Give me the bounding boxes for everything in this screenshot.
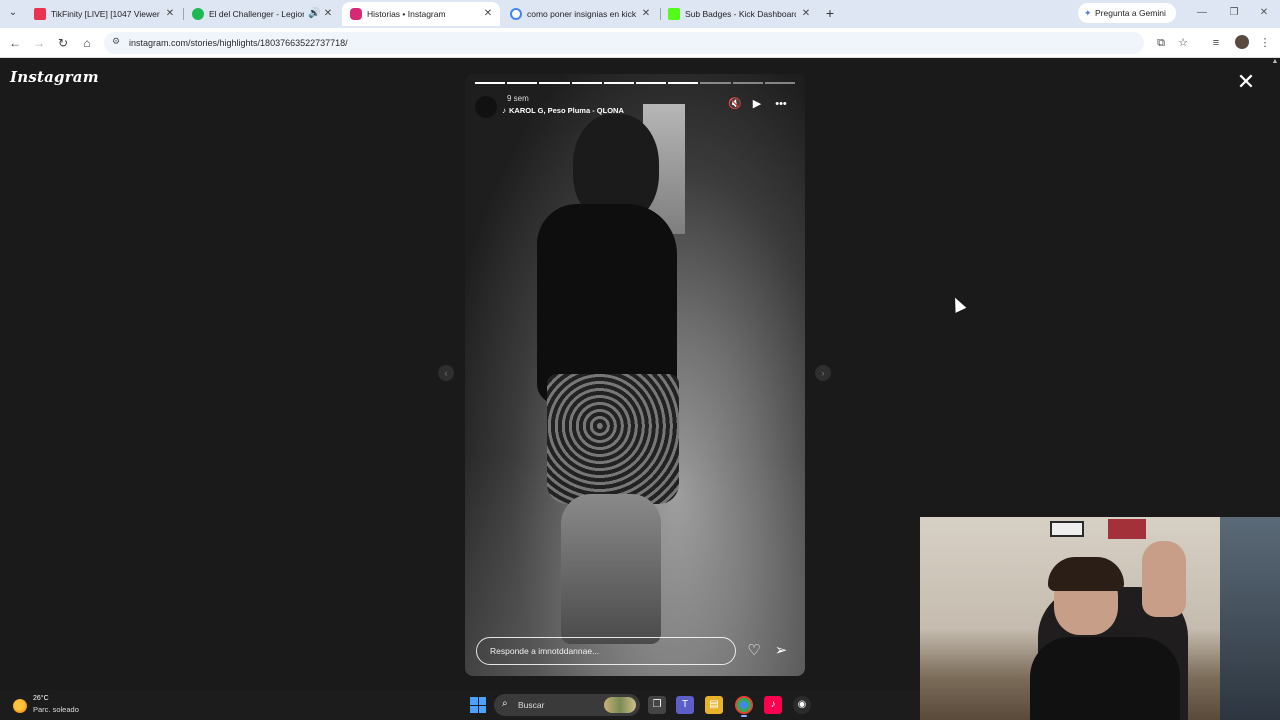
tab-title: Sub Badges - Kick Dashboard (685, 9, 796, 19)
story-photo-legs (561, 494, 661, 644)
story-author-avatar[interactable] (475, 96, 497, 118)
previous-story-icon[interactable]: ‹ (438, 365, 454, 381)
tab-close-icon[interactable]: ✕ (482, 2, 494, 26)
windows-start-icon[interactable] (470, 697, 486, 713)
more-options-icon[interactable]: ••• (773, 96, 789, 112)
chrome-icon[interactable] (735, 696, 753, 717)
tab-close-icon[interactable]: ✕ (164, 2, 176, 26)
story-progress-segment (700, 82, 731, 84)
streamer-waving-hand (1142, 541, 1186, 617)
search-icon: ⌕ (502, 698, 508, 709)
tab-title: TikFinity [LIVE] [1047 Viewers] (51, 9, 160, 19)
tab-kick-dashboard[interactable]: Sub Badges - Kick Dashboard ✕ (660, 2, 818, 26)
profile-avatar-icon[interactable] (1235, 35, 1249, 49)
story-progress-segment (636, 82, 667, 84)
instagram-favicon-icon (350, 8, 362, 20)
story-music-link[interactable]: ♪ KAROL G, Peso Pluma - QLONA (502, 106, 624, 115)
address-bar[interactable]: ⚙ instagram.com/stories/highlights/18037… (104, 32, 1144, 54)
story-progress-segment (603, 82, 635, 84)
mouse-pointer-icon (949, 295, 967, 313)
story-progress-segment (571, 82, 602, 84)
tab-search-icon[interactable]: ⌄ (6, 6, 20, 20)
back-icon[interactable]: ← (6, 34, 24, 52)
close-stories-icon[interactable]: ✕ (1236, 71, 1256, 93)
search-highlight-image (604, 697, 636, 713)
play-icon[interactable]: ▶ (749, 96, 765, 112)
story-progress-segment (764, 82, 796, 84)
tab-title: como poner insignias en kick - (527, 9, 636, 19)
story-progress-segment (539, 82, 570, 84)
tab-tikfinity[interactable]: TikFinity [LIVE] [1047 Viewers] ✕ (26, 2, 182, 26)
story-card[interactable]: 9 sem ♪ KAROL G, Peso Pluma - QLONA 🔇 ▶ •… (465, 74, 805, 676)
story-reply-input[interactable] (476, 637, 736, 665)
wall-picture-red (1108, 519, 1146, 539)
tab-google-search[interactable]: como poner insignias en kick - ✕ (502, 2, 658, 26)
spotify-favicon-icon (192, 8, 204, 20)
taskbar-search-box[interactable]: ⌕ Buscar (494, 694, 640, 716)
screen: ⌄ TikFinity [LIVE] [1047 Viewers] ✕ El d… (0, 0, 1280, 720)
weather-sun-icon[interactable] (13, 699, 27, 713)
next-story-icon[interactable]: › (815, 365, 831, 381)
obs-icon[interactable]: ◉ (793, 696, 811, 714)
tiktok-live-icon[interactable]: ♪ (764, 696, 782, 714)
scrollbar-up-icon[interactable]: ▲ (1270, 58, 1280, 68)
browser-menu-icon[interactable]: ⋮ (1256, 34, 1274, 52)
story-progress-segment (668, 82, 699, 84)
story-photo-skirt (547, 374, 679, 504)
webcam-overlay (920, 517, 1280, 720)
story-time-ago: 9 sem (507, 94, 529, 103)
window-close-icon[interactable]: ✕ (1256, 5, 1272, 21)
reload-icon[interactable]: ↻ (54, 34, 72, 52)
install-app-icon[interactable]: ⧉ (1152, 34, 1170, 52)
weather-temperature[interactable]: 26°C (33, 695, 49, 702)
muted-speaker-icon[interactable]: 🔇 (727, 96, 743, 112)
story-progress-segment (507, 82, 538, 84)
google-favicon-icon (510, 8, 522, 20)
music-bars-icon: ♪ (502, 106, 506, 115)
forward-icon[interactable]: → (30, 34, 48, 52)
minimize-icon[interactable]: — (1194, 5, 1210, 21)
gemini-button[interactable]: ✦ Pregunta a Gemini (1078, 3, 1176, 23)
browser-toolbar: ← → ↻ ⌂ ⚙ instagram.com/stories/highligh… (0, 28, 1280, 58)
tab-instagram[interactable]: Historias • Instagram ✕ (342, 2, 500, 26)
story-progress-bar (475, 82, 796, 84)
tab-audio-icon[interactable]: 🔊 (308, 2, 320, 26)
tab-close-icon[interactable]: ✕ (640, 2, 652, 26)
wall-picture-frame (1050, 521, 1084, 537)
tab-title: Historias • Instagram (367, 9, 446, 19)
story-music-label: KAROL G, Peso Pluma - QLONA (509, 106, 624, 115)
instagram-logo[interactable]: Instagram (10, 68, 99, 86)
bookmark-star-icon[interactable]: ☆ (1174, 34, 1192, 52)
like-heart-icon[interactable]: ♡ (744, 641, 764, 661)
tikfinity-favicon-icon (34, 8, 46, 20)
site-info-icon[interactable]: ⚙ (112, 36, 120, 47)
kick-favicon-icon (668, 8, 680, 20)
file-explorer-icon[interactable]: ▤ (705, 696, 723, 714)
tab-title: El del Challenger - Legion R (209, 9, 304, 19)
gemini-sparkle-icon: ✦ (1084, 8, 1092, 18)
media-controls-icon[interactable]: ≡ (1207, 34, 1225, 52)
tab-close-icon[interactable]: ✕ (800, 2, 812, 26)
send-direct-icon[interactable]: ➢ (771, 641, 791, 661)
weather-description[interactable]: Parc. soleado (33, 705, 79, 714)
new-tab-button[interactable]: + (822, 4, 838, 22)
gemini-label: Pregunta a Gemini (1095, 8, 1166, 18)
streamer-hair (1048, 557, 1124, 591)
teams-icon[interactable]: T (676, 696, 694, 714)
tab-close-icon[interactable]: ✕ (322, 2, 334, 26)
tab-spotify[interactable]: El del Challenger - Legion R 🔊 ✕ (184, 2, 340, 26)
story-progress-segment (732, 82, 763, 84)
task-view-icon[interactable]: ❐ (648, 696, 666, 714)
restore-icon[interactable]: ❐ (1226, 5, 1242, 21)
browser-tab-strip: ⌄ TikFinity [LIVE] [1047 Viewers] ✕ El d… (0, 0, 1280, 28)
windows-taskbar: 26°C Parc. soleado ⌕ Buscar ❐ T ▤ ♪ ◉ (0, 690, 920, 720)
story-progress-segment (475, 82, 506, 84)
streamer-shirt (1030, 637, 1180, 720)
url-text: instagram.com/stories/highlights/1803766… (129, 38, 348, 48)
search-placeholder: Buscar (518, 700, 545, 710)
home-icon[interactable]: ⌂ (78, 34, 96, 52)
